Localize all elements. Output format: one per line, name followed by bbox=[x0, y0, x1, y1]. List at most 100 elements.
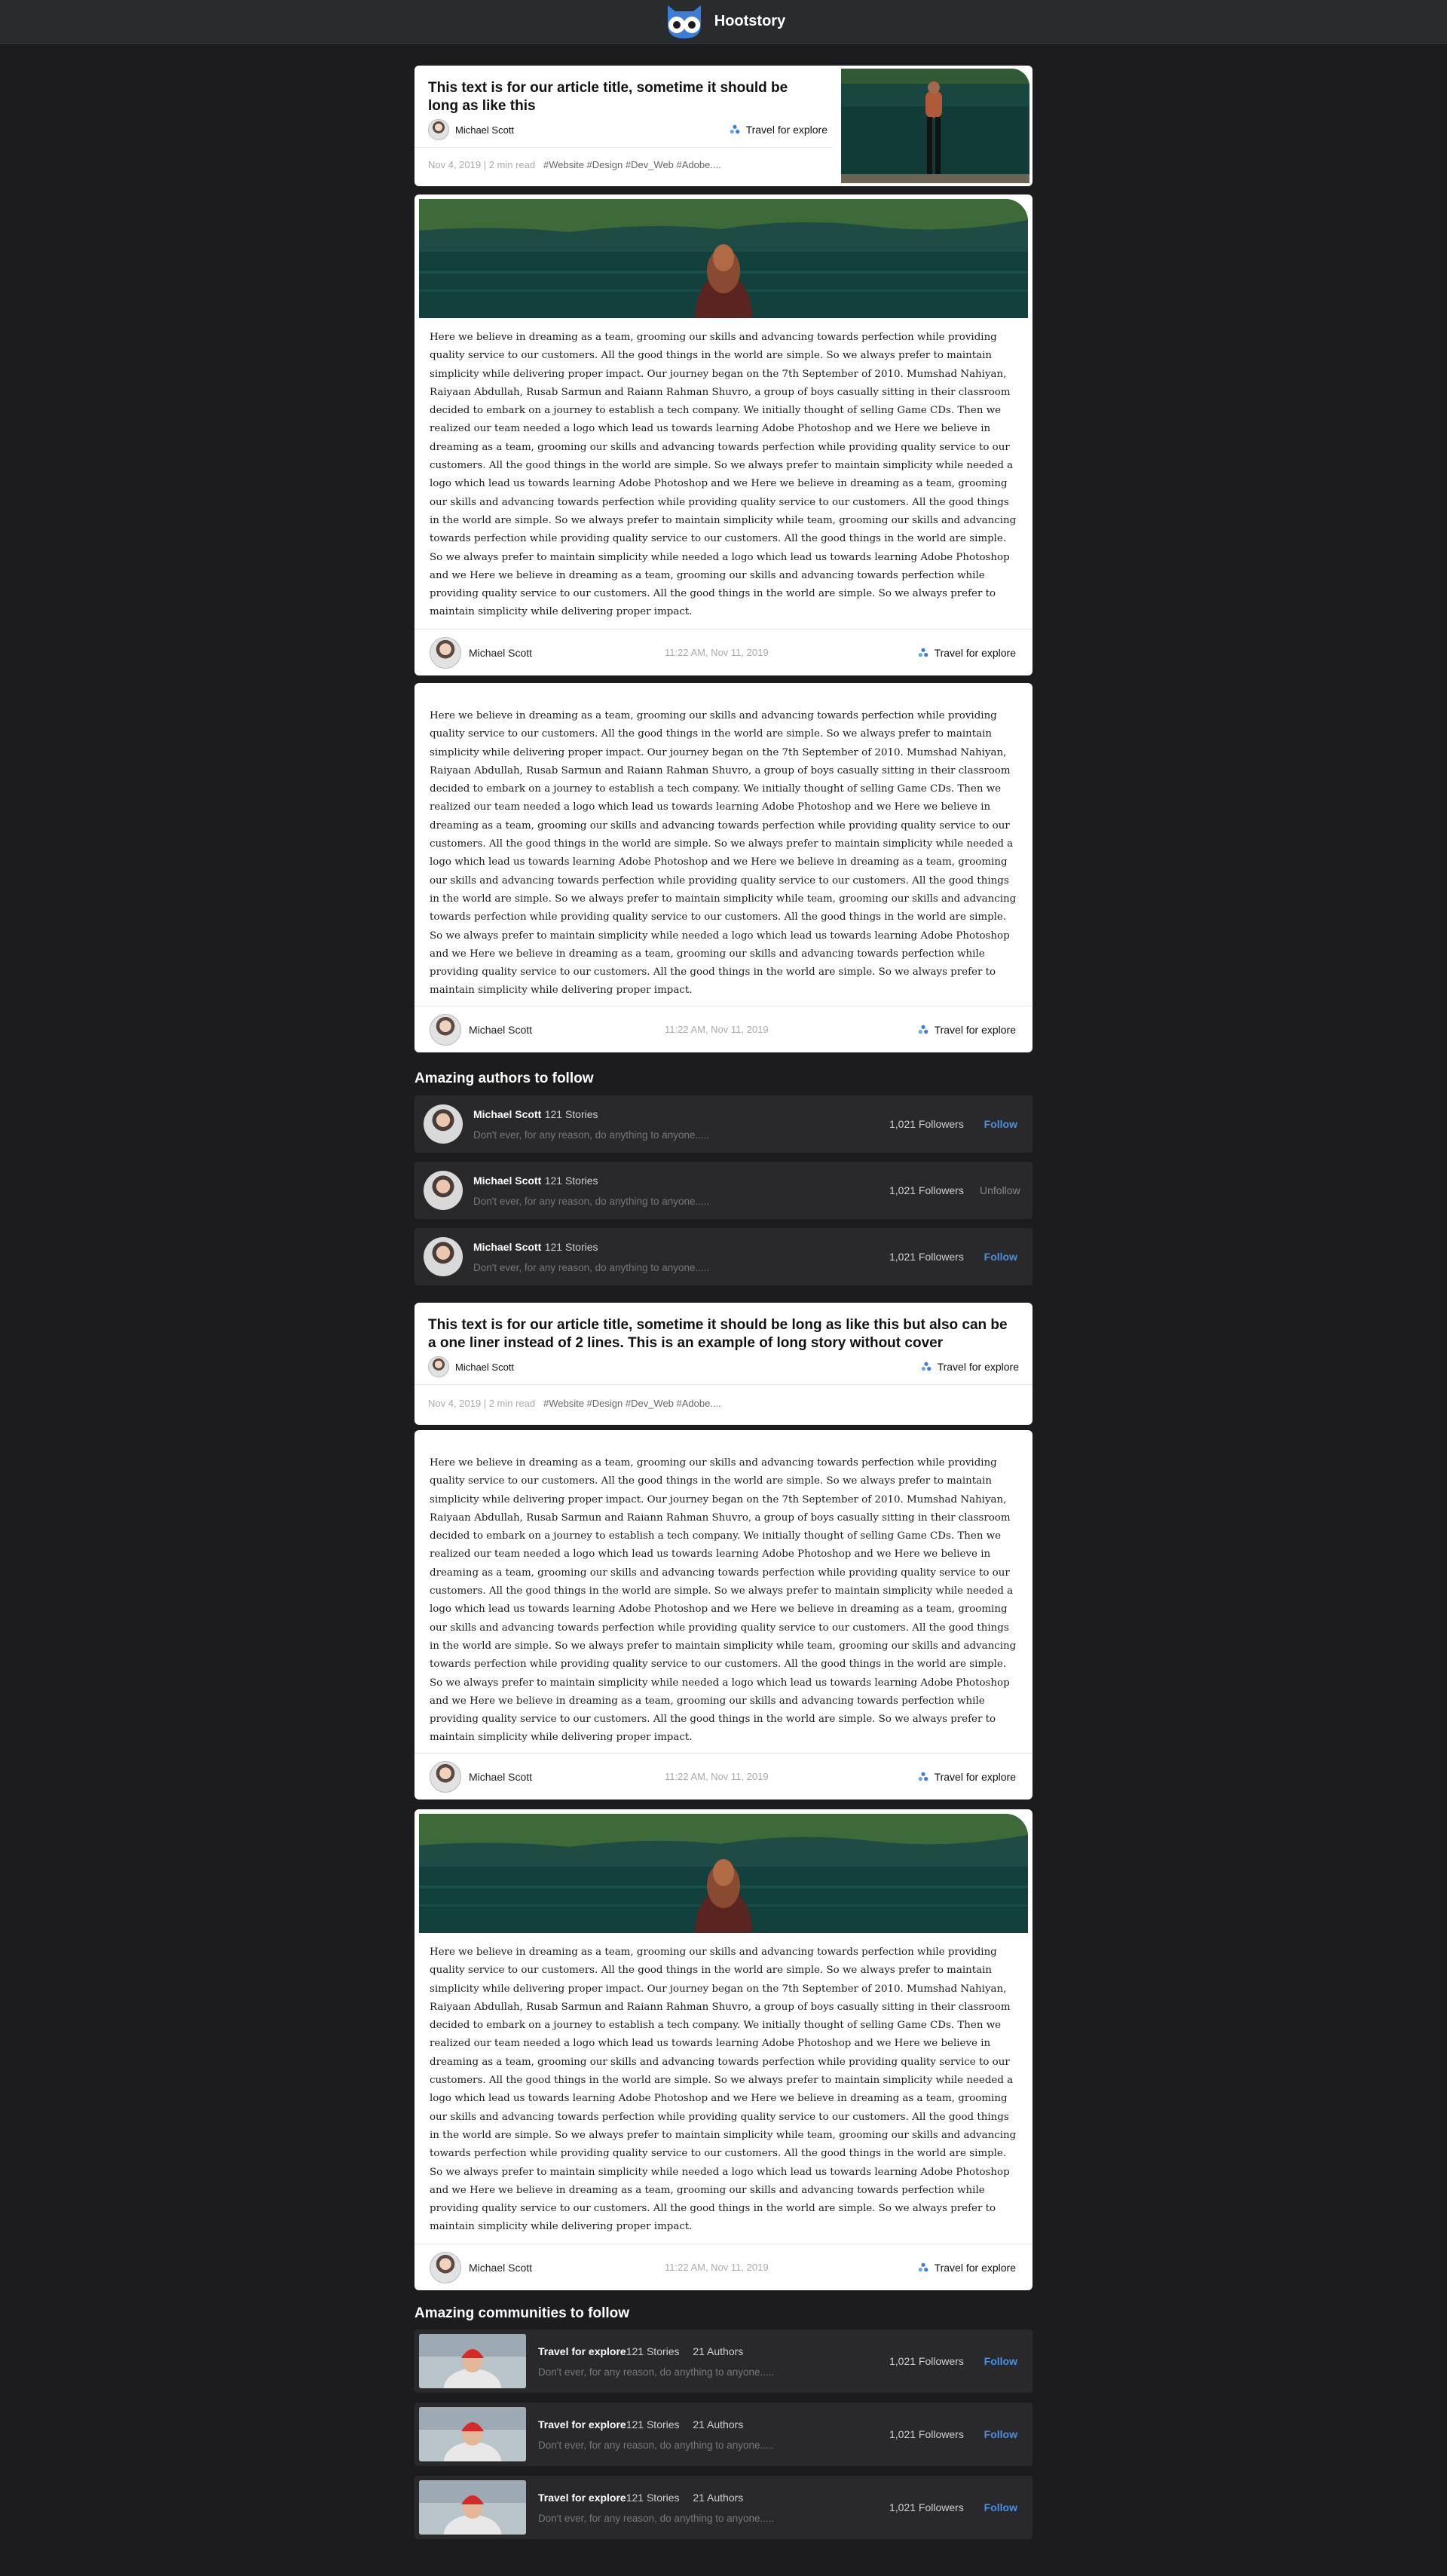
community-link[interactable]: Travel for explore bbox=[918, 1024, 1016, 1036]
followers-count: 1,021 Followers bbox=[889, 1118, 964, 1130]
community-thumbnail[interactable] bbox=[419, 2334, 526, 2388]
follow-button[interactable]: Follow bbox=[980, 2428, 1017, 2440]
community-link[interactable]: Travel for explore bbox=[918, 2262, 1016, 2274]
story-tags[interactable]: #Website #Design #Dev_Web #Adobe.... bbox=[543, 159, 721, 170]
author-name[interactable]: Michael Scott bbox=[473, 1108, 541, 1120]
post-body: Here we believe in dreaming as a team, g… bbox=[430, 1947, 1017, 2233]
post-cover-image[interactable] bbox=[419, 199, 1028, 318]
community-authors-count: 21 Authors bbox=[693, 2491, 744, 2504]
community-stories-count: 121 Stories bbox=[626, 2491, 680, 2504]
post-card: Here we believe in dreaming as a team, g… bbox=[415, 1809, 1032, 2290]
author-name[interactable]: Michael Scott bbox=[469, 647, 665, 659]
communities-section-heading: Amazing communities to follow bbox=[415, 2305, 630, 2321]
community-icon bbox=[918, 1025, 928, 1035]
community-name: Travel for explore bbox=[934, 646, 1016, 659]
follow-button[interactable]: Follow bbox=[980, 1118, 1017, 1130]
story-meta: Nov 4, 2019 | 2 min read #Website #Desig… bbox=[428, 159, 828, 170]
post-timestamp: 11:22 AM, Nov 11, 2019 bbox=[665, 2262, 769, 2273]
followers-count: 1,021 Followers bbox=[889, 1251, 964, 1263]
community-name: Travel for explore bbox=[934, 2261, 1016, 2274]
story-date-readtime: Nov 4, 2019 | 2 min read bbox=[428, 159, 536, 170]
community-stories-count: 121 Stories bbox=[626, 2345, 680, 2357]
author-avatar[interactable] bbox=[430, 1013, 461, 1046]
follow-button[interactable]: Follow bbox=[980, 2355, 1017, 2367]
author-avatar[interactable] bbox=[430, 1760, 461, 1793]
post-card: Here we believe in dreaming as a team, g… bbox=[415, 683, 1032, 1052]
community-thumbnail[interactable] bbox=[419, 2480, 526, 2535]
author-avatar[interactable] bbox=[424, 1171, 463, 1210]
community-name[interactable]: Travel for explore bbox=[538, 2492, 626, 2504]
post-body: Here we believe in dreaming as a team, g… bbox=[430, 1457, 1017, 1744]
author-avatar[interactable] bbox=[430, 636, 461, 669]
feed-column: This text is for our article title, some… bbox=[415, 0, 1032, 2576]
community-thumbnail[interactable] bbox=[419, 2407, 526, 2461]
community-link[interactable]: Travel for explore bbox=[921, 1361, 1019, 1373]
post-timestamp: 11:22 AM, Nov 11, 2019 bbox=[665, 1771, 769, 1782]
author-bio: Don't ever, for any reason, do anything … bbox=[473, 1195, 710, 1207]
author-follow-item[interactable]: Michael Scott 121 Stories Don't ever, fo… bbox=[415, 1095, 1032, 1153]
story-tags[interactable]: #Website #Design #Dev_Web #Adobe.... bbox=[543, 1398, 721, 1409]
community-description: Don't ever, for any reason, do anything … bbox=[538, 2512, 775, 2524]
community-link[interactable]: Travel for explore bbox=[918, 1771, 1016, 1783]
story-title[interactable]: This text is for our article title, some… bbox=[428, 1316, 1019, 1352]
community-authors-count: 21 Authors bbox=[693, 2418, 744, 2431]
community-authors-count: 21 Authors bbox=[693, 2345, 744, 2357]
community-name[interactable]: Travel for explore bbox=[538, 2418, 626, 2431]
author-name[interactable]: Michael Scott bbox=[469, 1771, 665, 1783]
authors-section-heading: Amazing authors to follow bbox=[415, 1071, 594, 1086]
story-card[interactable]: This text is for our article title, some… bbox=[415, 1303, 1032, 1425]
community-link[interactable]: Travel for explore bbox=[918, 647, 1016, 659]
post-footer: Michael Scott 11:22 AM, Nov 11, 2019 Tra… bbox=[415, 2244, 1032, 2290]
community-name: Travel for explore bbox=[934, 1770, 1016, 1783]
community-stories-count: 121 Stories bbox=[626, 2418, 680, 2431]
unfollow-button[interactable]: Unfollow bbox=[980, 1184, 1020, 1196]
author-name[interactable]: Michael Scott bbox=[473, 1241, 541, 1253]
follow-button[interactable]: Follow bbox=[980, 2501, 1017, 2513]
story-date-readtime: Nov 4, 2019 | 2 min read bbox=[428, 1398, 536, 1409]
story-thumbnail[interactable] bbox=[841, 69, 1029, 183]
community-follow-item[interactable]: Travel for explore121 Stories 21 Authors… bbox=[415, 2329, 1032, 2393]
community-description: Don't ever, for any reason, do anything … bbox=[538, 2366, 775, 2378]
author-avatar[interactable] bbox=[428, 119, 449, 140]
post-timestamp: 11:22 AM, Nov 11, 2019 bbox=[665, 1024, 769, 1035]
followers-count: 1,021 Followers bbox=[889, 2355, 964, 2367]
community-name[interactable]: Travel for explore bbox=[538, 2345, 626, 2357]
author-name[interactable]: Michael Scott bbox=[469, 2262, 665, 2274]
author-avatar[interactable] bbox=[424, 1237, 463, 1276]
post-cover-image[interactable] bbox=[419, 1814, 1028, 1933]
author-avatar[interactable] bbox=[430, 2251, 461, 2283]
author-follow-item[interactable]: Michael Scott 121 Stories Don't ever, fo… bbox=[415, 1228, 1032, 1285]
author-name[interactable]: Michael Scott bbox=[473, 1175, 541, 1187]
community-icon bbox=[918, 648, 928, 658]
author-follow-item[interactable]: Michael Scott 121 Stories Don't ever, fo… bbox=[415, 1162, 1032, 1219]
post-footer: Michael Scott 11:22 AM, Nov 11, 2019 Tra… bbox=[415, 1006, 1032, 1052]
author-avatar[interactable] bbox=[424, 1104, 463, 1144]
author-stories-count: 121 Stories bbox=[544, 1240, 598, 1253]
followers-count: 1,021 Followers bbox=[889, 2501, 964, 2513]
author-bio: Don't ever, for any reason, do anything … bbox=[473, 1261, 710, 1273]
author-name[interactable]: Michael Scott bbox=[455, 1362, 921, 1373]
followers-count: 1,021 Followers bbox=[889, 1184, 964, 1196]
post-footer: Michael Scott 11:22 AM, Nov 11, 2019 Tra… bbox=[415, 629, 1032, 675]
author-avatar[interactable] bbox=[428, 1356, 449, 1377]
community-follow-item[interactable]: Travel for explore121 Stories 21 Authors… bbox=[415, 2476, 1032, 2539]
community-icon bbox=[730, 124, 740, 135]
community-name: Travel for explore bbox=[937, 1361, 1019, 1373]
followers-count: 1,021 Followers bbox=[889, 2428, 964, 2440]
author-bio: Don't ever, for any reason, do anything … bbox=[473, 1129, 710, 1141]
post-card: Here we believe in dreaming as a team, g… bbox=[415, 195, 1032, 675]
author-name[interactable]: Michael Scott bbox=[455, 124, 730, 136]
author-name[interactable]: Michael Scott bbox=[469, 1024, 665, 1036]
author-stories-count: 121 Stories bbox=[544, 1107, 598, 1120]
story-card[interactable]: This text is for our article title, some… bbox=[415, 66, 1032, 186]
community-description: Don't ever, for any reason, do anything … bbox=[538, 2439, 775, 2451]
community-icon bbox=[918, 1772, 928, 1782]
community-name: Travel for explore bbox=[745, 124, 828, 136]
community-follow-item[interactable]: Travel for explore121 Stories 21 Authors… bbox=[415, 2403, 1032, 2466]
post-footer: Michael Scott 11:22 AM, Nov 11, 2019 Tra… bbox=[415, 1753, 1032, 1800]
community-name: Travel for explore bbox=[934, 1023, 1016, 1036]
community-icon bbox=[918, 2262, 928, 2273]
follow-button[interactable]: Follow bbox=[980, 1251, 1017, 1263]
story-title[interactable]: This text is for our article title, some… bbox=[428, 79, 820, 115]
community-link[interactable]: Travel for explore bbox=[730, 124, 828, 136]
